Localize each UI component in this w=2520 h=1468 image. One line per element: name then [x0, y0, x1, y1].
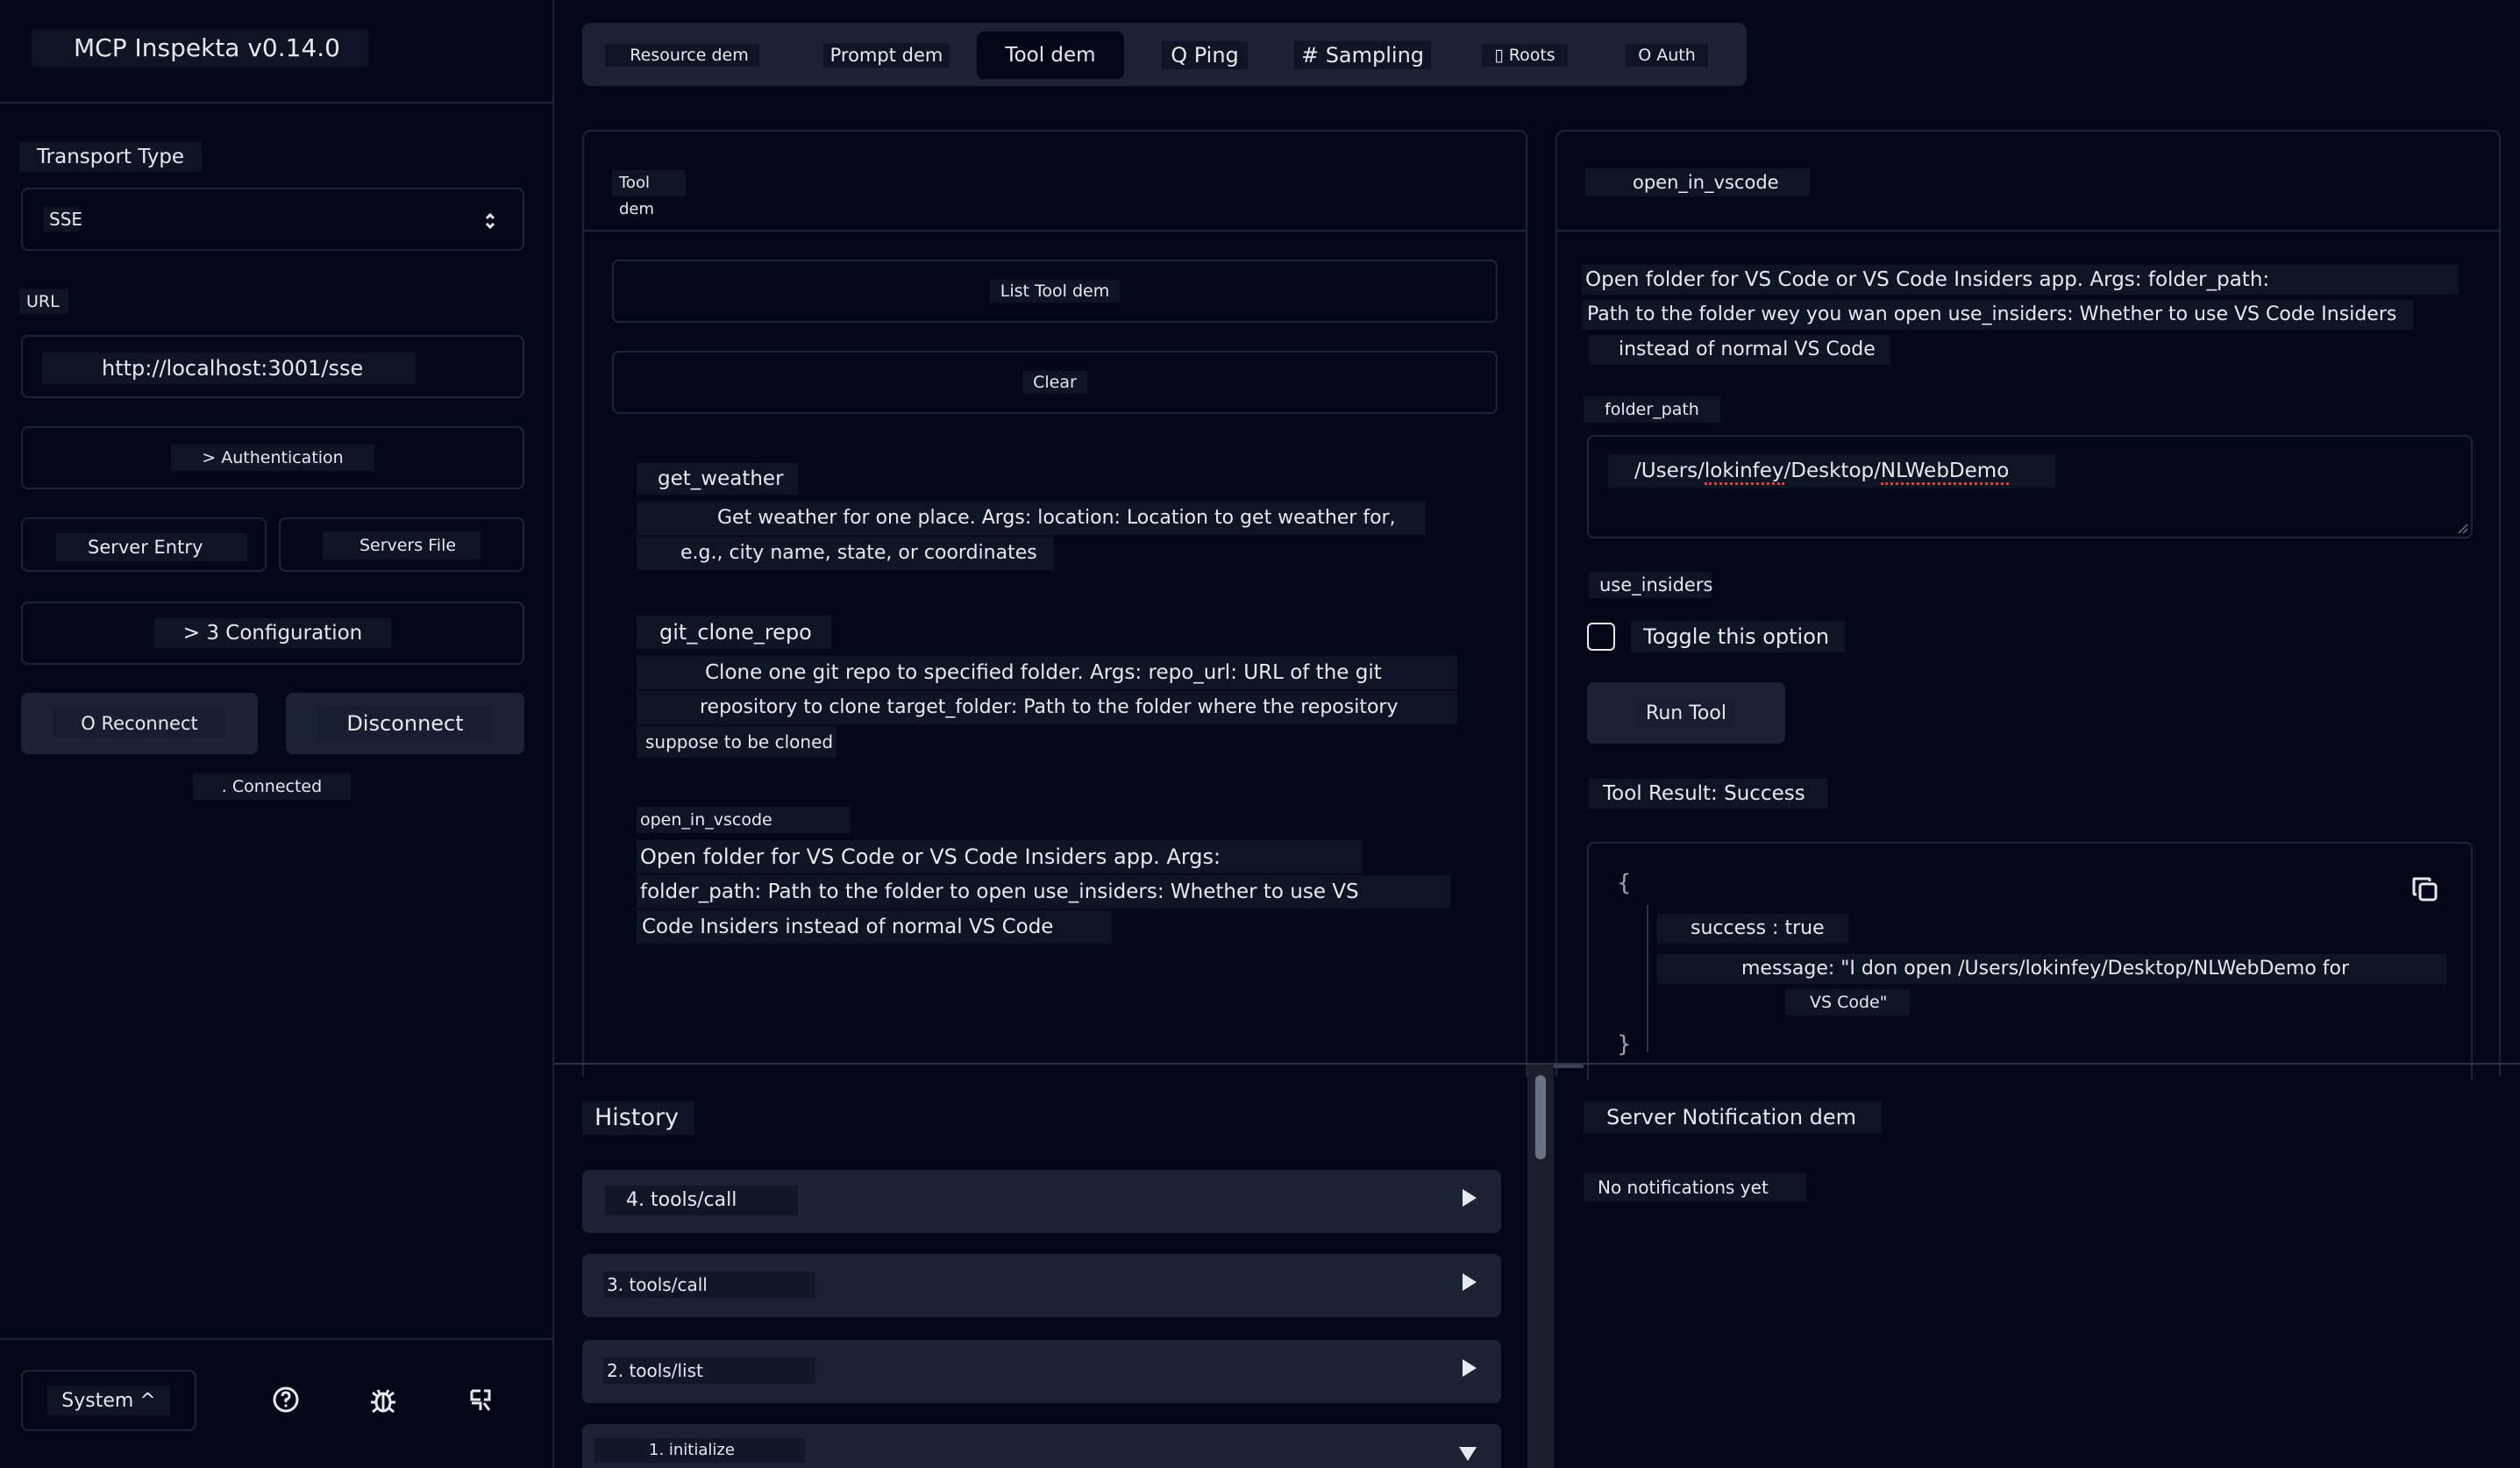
clear-tools-button[interactable]: Clear	[612, 351, 1498, 414]
chevron-updown-icon	[485, 212, 495, 230]
url-label: URL	[19, 289, 68, 314]
copy-icon[interactable]	[2411, 875, 2439, 903]
reconnect-label: O Reconnect	[53, 709, 226, 738]
transport-type-value: SSE	[44, 207, 82, 232]
tools-panel-divider	[584, 230, 1526, 232]
folder-path-textarea[interactable]: /Users/lokinfey/Desktop/NLWebDemo	[1587, 435, 2473, 538]
notifications-panel: Server Notification dem No notifications…	[1555, 1065, 2520, 1468]
sidebar: MCP Inspekta v0.14.0 Transport Type SSE …	[0, 0, 554, 1468]
github-icon[interactable]	[468, 1387, 493, 1414]
tool-description-line: Open folder for VS Code or VS Code Insid…	[637, 840, 1363, 873]
main-tab-bar: Resource dem Prompt dem Tool dem Q Ping …	[582, 23, 1747, 86]
tool-description-line: e.g., city name, state, or coordinates	[637, 537, 1054, 570]
tools-panel: Tool dem List Tool dem Clear get_weather…	[582, 130, 1527, 1077]
url-input[interactable]: http://localhost:3001/sse	[21, 335, 524, 398]
history-item-label: 3. tools/call	[603, 1272, 815, 1298]
json-close-brace: }	[1617, 1031, 1632, 1058]
tool-detail-description-line: Path to the folder wey you wan open use_…	[1582, 300, 2413, 330]
json-success-field: success : true	[1657, 914, 1848, 944]
tool-description-line: Get weather for one place. Args: locatio…	[637, 502, 1426, 535]
tools-panel-title: Tool dem	[612, 170, 686, 218]
tab-sampling[interactable]: # Sampling	[1277, 32, 1449, 79]
url-value: http://localhost:3001/sse	[42, 353, 416, 384]
notifications-title: Server Notification dem	[1584, 1101, 1882, 1133]
history-item-label: 1. initialize	[594, 1438, 805, 1463]
disconnect-button[interactable]: Disconnect	[286, 693, 524, 754]
tool-result-label: Tool Result: Success	[1589, 779, 1827, 809]
json-indent-guide	[1647, 905, 1648, 1052]
authentication-button[interactable]: > Authentication	[21, 426, 524, 489]
tool-description-line: Code Insiders instead of normal VS Code	[637, 910, 1112, 944]
tool-name: get_weather	[637, 463, 798, 495]
collapse-arrow-icon[interactable]	[1459, 1447, 1477, 1461]
theme-select[interactable]: System ^	[21, 1370, 196, 1431]
folder-path-value: /Users/lokinfey/Desktop/NLWebDemo	[1608, 454, 2055, 488]
history-item[interactable]: 4. tools/call	[582, 1170, 1501, 1233]
json-message-continued: VS Code"	[1785, 989, 1910, 1015]
list-tools-button[interactable]: List Tool dem	[612, 260, 1498, 323]
history-item-label: 2. tools/list	[603, 1358, 815, 1384]
tool-detail-divider	[1557, 230, 2499, 232]
tool-detail-panel: open_in_vscode Open folder for VS Code o…	[1555, 130, 2501, 1080]
history-item[interactable]: 2. tools/list	[582, 1340, 1501, 1403]
history-scrollbar[interactable]	[1527, 1065, 1554, 1468]
tool-description-line: repository to clone target_folder: Path …	[637, 691, 1457, 724]
expand-arrow-icon[interactable]	[1463, 1359, 1477, 1377]
sidebar-footer-divider	[0, 1338, 552, 1340]
history-item[interactable]: 1. initialize	[582, 1424, 1501, 1468]
tool-detail-title: open_in_vscode	[1585, 168, 1810, 196]
reconnect-button[interactable]: O Reconnect	[21, 693, 258, 754]
expand-arrow-icon[interactable]	[1463, 1189, 1477, 1207]
json-open-brace: {	[1617, 870, 1632, 896]
tool-item-open-in-vscode[interactable]: open_in_vscode Open folder for VS Code o…	[637, 807, 1496, 947]
theme-label: System ^	[47, 1386, 170, 1415]
tab-auth[interactable]: O Auth	[1608, 32, 1726, 79]
tool-name: git_clone_repo	[637, 616, 831, 649]
tool-description-line: suppose to be cloned	[637, 726, 836, 758]
server-entry-button[interactable]: Server Entry	[21, 517, 267, 572]
server-entry-label: Server Entry	[56, 533, 247, 561]
json-message-field: message: "I don open /Users/lokinfey/Des…	[1657, 954, 2446, 984]
tab-resources[interactable]: Resource dem	[603, 32, 761, 79]
transport-type-label: Transport Type	[19, 142, 202, 172]
sidebar-header: MCP Inspekta v0.14.0	[0, 0, 552, 103]
resize-handle-icon[interactable]	[2457, 523, 2469, 535]
app-title: MCP Inspekta v0.14.0	[32, 30, 368, 67]
authentication-label: > Authentication	[171, 445, 374, 471]
servers-file-label: Servers File	[323, 531, 481, 559]
run-tool-button[interactable]: Run Tool	[1587, 682, 1785, 744]
tab-roots[interactable]: ▯ Roots	[1468, 32, 1582, 79]
tool-item-git-clone-repo[interactable]: git_clone_repo Clone one git repo to spe…	[637, 616, 1496, 758]
tool-detail-description-line: Open folder for VS Code or VS Code Insid…	[1582, 265, 2459, 295]
tool-result-output: { success : true message: "I don open /U…	[1587, 842, 2473, 1080]
expand-arrow-icon[interactable]	[1463, 1273, 1477, 1291]
help-circle-icon[interactable]	[272, 1386, 300, 1414]
folder-path-label: folder_path	[1584, 396, 1720, 423]
tab-tools[interactable]: Tool dem	[977, 32, 1124, 79]
toggle-option-label: Toggle this option	[1631, 621, 1845, 652]
tool-name: open_in_vscode	[637, 807, 851, 833]
history-scrollbar-thumb[interactable]	[1535, 1075, 1546, 1159]
configuration-button[interactable]: > 3 Configuration	[21, 602, 524, 665]
servers-file-button[interactable]: Servers File	[279, 517, 524, 572]
history-title: History	[582, 1101, 694, 1135]
notifications-empty-text: No notifications yet	[1584, 1173, 1806, 1201]
tool-description-line: Clone one git repo to specified folder. …	[637, 656, 1457, 689]
tool-item-get-weather[interactable]: get_weather Get weather for one place. A…	[637, 463, 1496, 603]
tab-ping[interactable]: Q Ping	[1147, 32, 1263, 79]
tab-prompts[interactable]: Prompt dem	[814, 32, 959, 79]
transport-type-select[interactable]: SSE	[21, 188, 524, 251]
tool-description-line: folder_path: Path to the folder to open …	[637, 875, 1450, 909]
use-insiders-checkbox[interactable]	[1587, 623, 1615, 651]
use-insiders-label: use_insiders	[1589, 572, 1712, 598]
disconnect-label: Disconnect	[318, 706, 492, 741]
history-item-label: 4. tools/call	[605, 1186, 798, 1215]
configuration-label: > 3 Configuration	[154, 618, 391, 648]
tool-detail-description-line: instead of normal VS Code	[1589, 335, 1890, 365]
history-item[interactable]: 3. tools/call	[582, 1254, 1501, 1317]
bug-icon[interactable]	[368, 1386, 398, 1415]
connection-status: . Connected	[193, 773, 351, 800]
